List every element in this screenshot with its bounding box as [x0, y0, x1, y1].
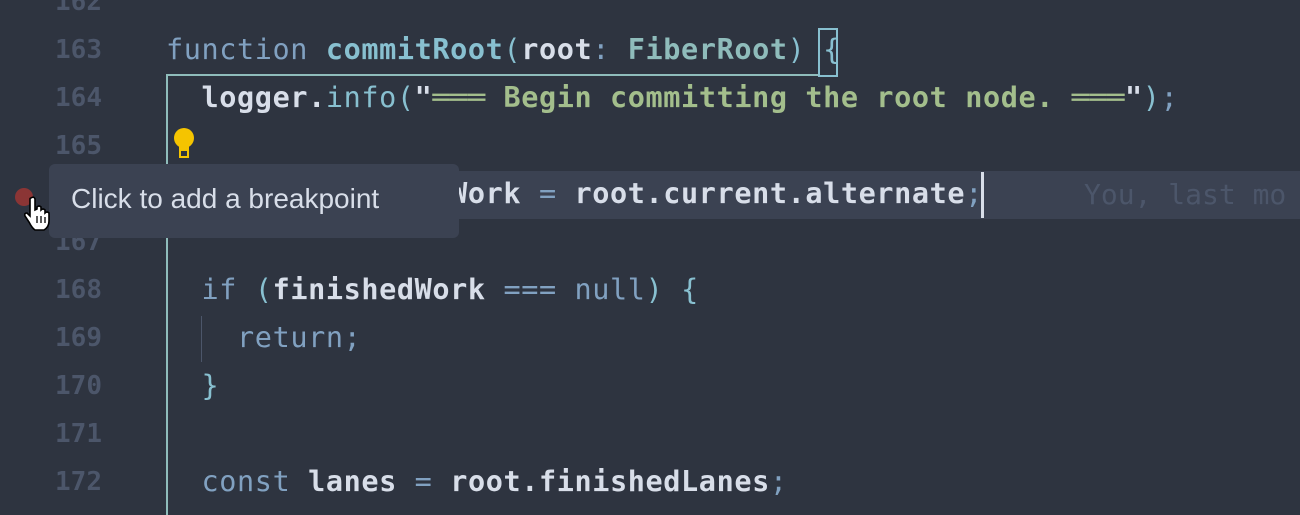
line-number: 164: [55, 83, 102, 113]
code-line-164: logger.info("═══ Begin committing the ro…: [201, 81, 1179, 114]
text-cursor: [981, 172, 984, 218]
line-number: 168: [55, 275, 102, 305]
code-line-172: const lanes = root.finishedLanes;: [201, 465, 788, 498]
line-number: 171: [55, 419, 102, 449]
code-line-168: if (finishedWork === null) {: [201, 273, 699, 306]
line-number: 165: [55, 131, 102, 161]
line-number: 172: [55, 467, 102, 497]
line-number: 162: [55, 0, 102, 17]
lightbulb-icon[interactable]: [172, 127, 196, 163]
code-line-169: return;: [237, 321, 362, 354]
code-line-163: function commitRoot(root: FiberRoot) {: [166, 33, 841, 66]
line-number: 169: [55, 323, 102, 353]
hand-pointer-icon: [23, 196, 52, 236]
code-line-170: }: [201, 369, 220, 402]
line-number: 163: [55, 35, 102, 65]
breakpoint-tooltip: Click to add a breakpoint: [49, 164, 459, 238]
git-blame-annotation: You, last mo: [1084, 178, 1287, 211]
line-number: 170: [55, 371, 102, 401]
